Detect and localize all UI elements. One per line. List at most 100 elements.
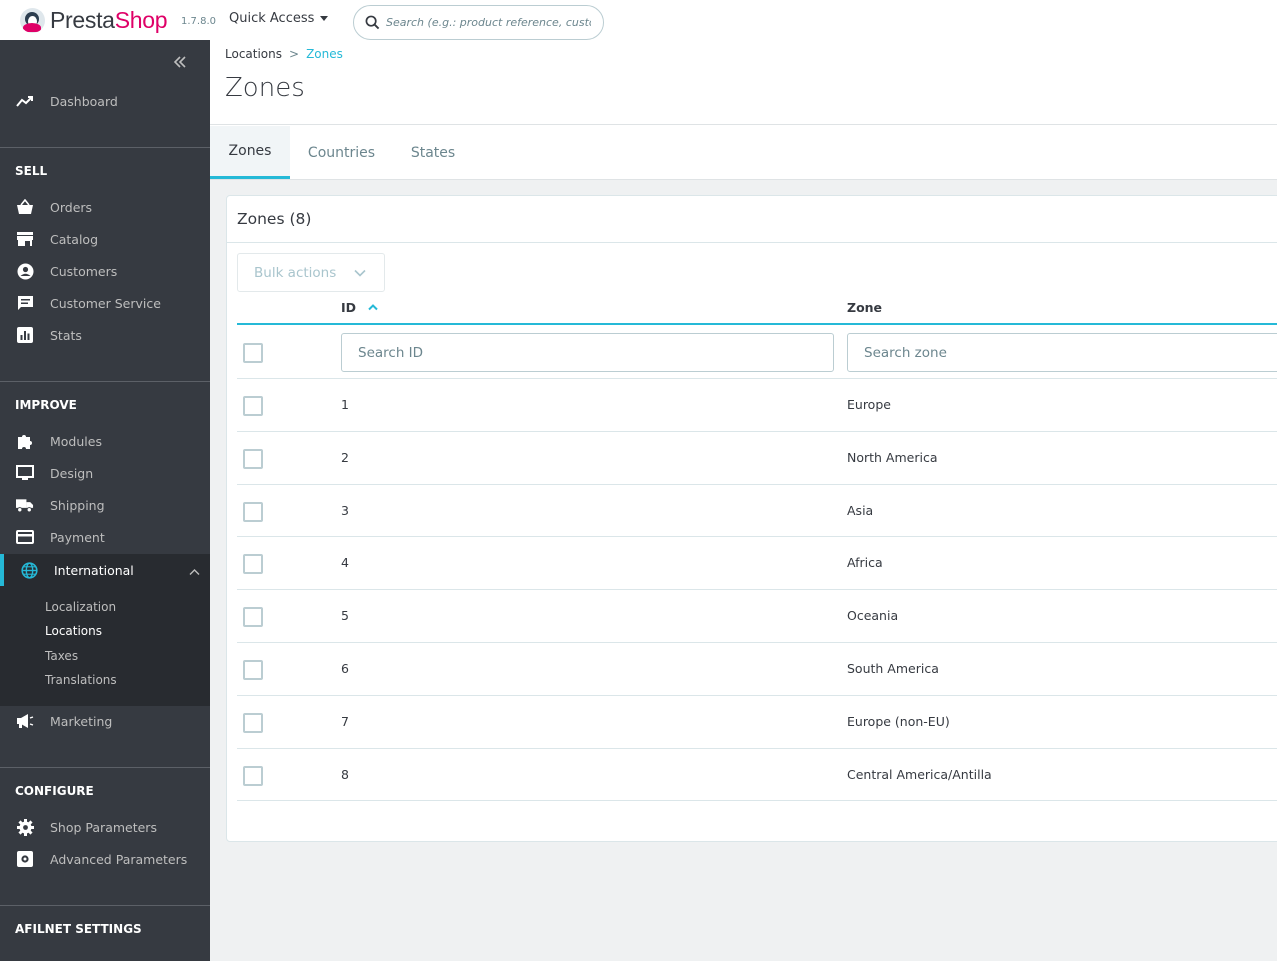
sidebar-item-orders[interactable]: Orders xyxy=(0,193,210,221)
cell-id: 3 xyxy=(341,502,349,518)
sidebar-item-label: Shipping xyxy=(50,497,105,513)
cell-zone: Africa xyxy=(847,555,883,571)
row-checkbox[interactable] xyxy=(243,607,263,628)
column-header-label: ID xyxy=(341,300,357,315)
settings-applications-icon xyxy=(16,850,34,868)
sidebar-item-customers[interactable]: Customers xyxy=(0,257,210,285)
table-row[interactable]: 6 South America xyxy=(227,643,1277,696)
row-checkbox[interactable] xyxy=(243,554,263,575)
row-checkbox[interactable] xyxy=(243,501,263,522)
table-row[interactable]: 5 Oceania xyxy=(227,590,1277,643)
sidebar-item-dashboard[interactable]: Dashboard xyxy=(0,87,210,115)
quick-access-label: Quick Access xyxy=(229,11,315,26)
sidebar-item-international[interactable]: International xyxy=(0,554,210,586)
cell-zone: Europe xyxy=(847,397,891,412)
column-header-label: Zone xyxy=(847,300,883,315)
cell-id: 6 xyxy=(341,661,349,676)
breadcrumb-current[interactable]: Zones xyxy=(306,47,343,61)
column-header-id[interactable]: ID xyxy=(341,300,378,315)
table-row[interactable]: 8 Central America/Antilla xyxy=(227,749,1277,802)
sidebar-item-label: Advanced Parameters xyxy=(50,851,188,867)
quick-access-dropdown[interactable]: Quick Access xyxy=(229,11,329,26)
chevron-down-icon xyxy=(354,269,366,277)
divider xyxy=(0,147,210,148)
section-title-improve: IMPROVE xyxy=(15,398,77,412)
megaphone-icon xyxy=(16,712,34,730)
bulk-actions-button[interactable]: Bulk actions xyxy=(237,253,385,292)
sidebar-subitem-localization[interactable]: Localization xyxy=(45,600,116,614)
cell-zone: Europe (non-EU) xyxy=(847,713,950,729)
tab-states[interactable]: States xyxy=(403,126,463,179)
sidebar-item-international-expanded: International Localization Locations Tax… xyxy=(0,554,210,706)
sidebar-item-label: Modules xyxy=(50,433,102,449)
divider xyxy=(0,381,210,382)
sidebar-item-shop-parameters[interactable]: Shop Parameters xyxy=(0,813,210,841)
row-checkbox[interactable] xyxy=(243,396,263,416)
sidebar-item-label: Design xyxy=(50,465,94,481)
search-zone-input[interactable] xyxy=(847,333,1277,372)
search-icon[interactable] xyxy=(365,15,380,30)
table-row[interactable]: 1 Europe xyxy=(227,379,1277,432)
sidebar-item-customer-service[interactable]: Customer Service xyxy=(0,289,210,317)
breadcrumb: Locations > Zones xyxy=(225,47,343,61)
caret-down-icon xyxy=(320,16,329,21)
table-row[interactable]: 7 Europe (non-EU) xyxy=(227,696,1277,749)
sidebar-item-marketing[interactable]: Marketing xyxy=(0,707,210,735)
sidebar-item-label: Customer Service xyxy=(50,295,161,311)
monitor-icon xyxy=(16,464,34,482)
section-title-afilnet: AFILNET SETTINGS xyxy=(15,922,142,936)
page-header: Locations > Zones Zones Zones Countries … xyxy=(210,40,1277,180)
credit-card-icon xyxy=(16,528,34,546)
collapse-sidebar-icon[interactable] xyxy=(173,54,187,73)
store-icon xyxy=(16,230,34,248)
cell-id: 7 xyxy=(341,713,349,729)
breadcrumb-separator: > xyxy=(289,47,300,61)
sidebar-item-label: Marketing xyxy=(50,713,113,729)
zones-card: Zones (8) Bulk actions ID Zone 1 Europe 2 N… xyxy=(226,195,1277,842)
cell-id: 1 xyxy=(341,397,349,412)
divider xyxy=(0,767,210,768)
table-row[interactable]: 3 Asia xyxy=(227,485,1277,538)
column-header-zone[interactable]: Zone xyxy=(847,300,882,315)
sidebar-item-label: Shop Parameters xyxy=(50,819,157,835)
row-checkbox[interactable] xyxy=(243,660,263,680)
divider xyxy=(0,905,210,906)
sidebar-item-advanced-parameters[interactable]: Advanced Parameters xyxy=(0,845,210,873)
table-row[interactable]: 2 North America xyxy=(227,432,1277,485)
sort-ascending-icon[interactable] xyxy=(368,304,378,311)
sidebar-item-shipping[interactable]: Shipping xyxy=(0,491,210,519)
brand-name: PrestaShop xyxy=(50,7,168,34)
breadcrumb-parent[interactable]: Locations xyxy=(225,47,282,61)
bar-chart-icon xyxy=(16,326,34,344)
sidebar-item-label: Catalog xyxy=(50,231,99,247)
sidebar-subitem-locations[interactable]: Locations xyxy=(45,624,102,638)
row-checkbox[interactable] xyxy=(243,712,263,733)
table-row[interactable]: 4 Africa xyxy=(227,537,1277,591)
sidebar-item-payment[interactable]: Payment xyxy=(0,523,210,551)
row-checkbox[interactable] xyxy=(243,448,263,469)
search-id-input[interactable] xyxy=(341,333,834,372)
version-label: 1.7.8.0 xyxy=(181,16,216,27)
gear-icon xyxy=(16,818,34,836)
tab-countries[interactable]: Countries xyxy=(300,126,383,179)
sidebar-item-design[interactable]: Design xyxy=(0,459,210,487)
account-circle-icon xyxy=(16,262,34,280)
row-divider xyxy=(237,800,1277,802)
sidebar-item-modules[interactable]: Modules xyxy=(0,427,210,455)
tab-zones[interactable]: Zones xyxy=(210,126,290,179)
sidebar-item-label: International xyxy=(54,562,134,578)
sidebar-subitem-translations[interactable]: Translations xyxy=(45,673,117,687)
chat-icon xyxy=(16,294,34,312)
select-all-checkbox[interactable] xyxy=(243,343,263,363)
prestashop-logo[interactable]: PrestaShop xyxy=(20,7,168,34)
globe-icon xyxy=(21,561,38,579)
cell-id: 4 xyxy=(341,555,349,571)
puzzle-icon xyxy=(16,432,34,450)
truck-icon xyxy=(16,496,34,514)
sidebar-subitem-taxes[interactable]: Taxes xyxy=(45,649,78,663)
search-input[interactable] xyxy=(386,16,591,29)
sidebar-item-stats[interactable]: Stats xyxy=(0,321,210,349)
row-checkbox[interactable] xyxy=(243,765,263,786)
sidebar-item-catalog[interactable]: Catalog xyxy=(0,225,210,253)
chevron-up-icon[interactable] xyxy=(189,564,200,579)
